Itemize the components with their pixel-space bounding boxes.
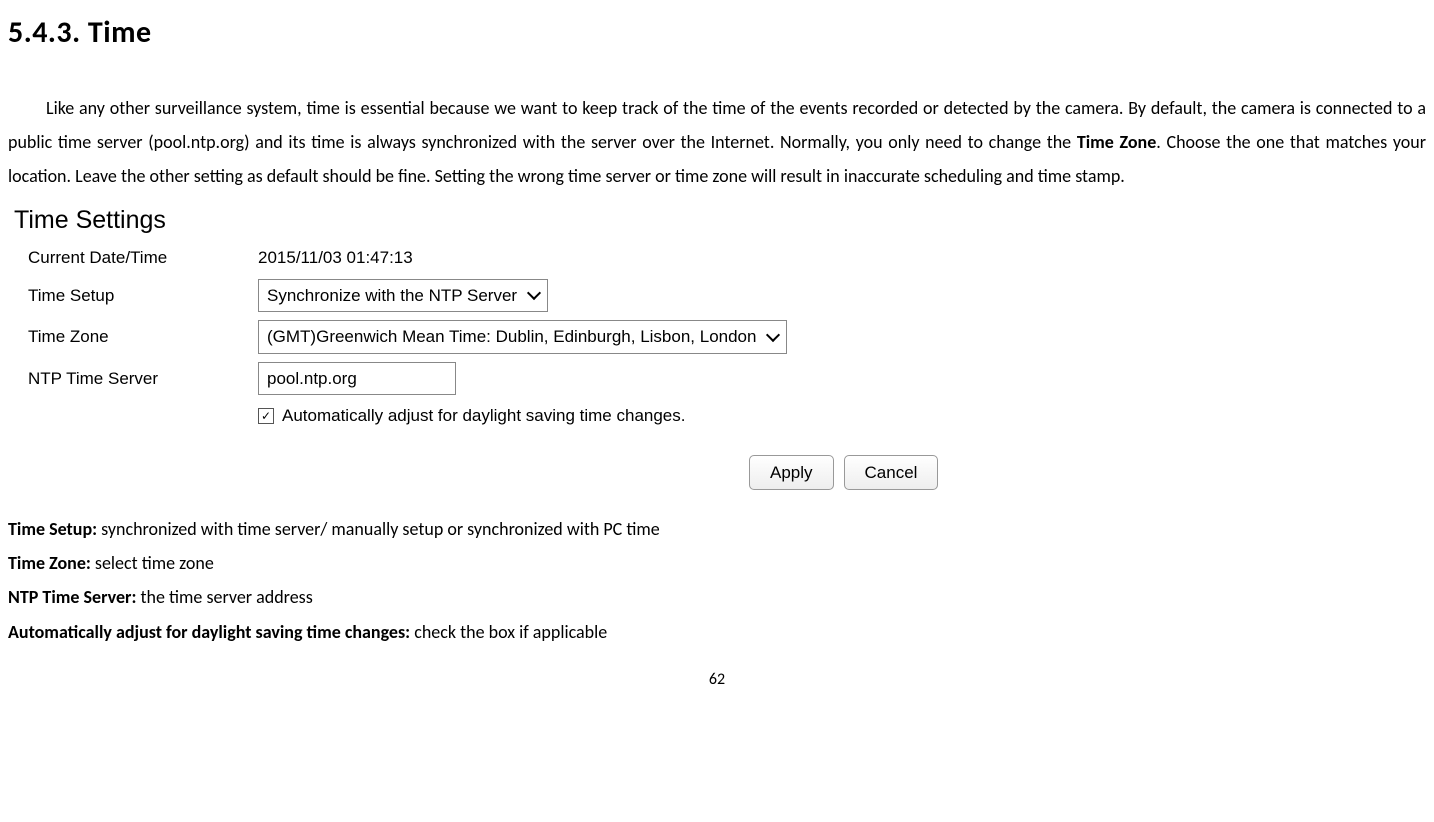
time-setup-select[interactable]: Synchronize with the NTP Server — [258, 279, 548, 313]
def-ntp-server-label: NTP Time Server: — [8, 586, 136, 608]
time-setup-row: Time Setup Synchronize with the NTP Serv… — [14, 279, 1426, 313]
def-time-zone-text: select time zone — [91, 552, 214, 574]
def-dst-text: check the box if applicable — [410, 621, 607, 643]
dst-checkbox[interactable]: ✓ — [258, 408, 274, 424]
page-number: 62 — [8, 665, 1426, 695]
cancel-button[interactable]: Cancel — [844, 455, 939, 491]
ntp-server-row: NTP Time Server pool.ntp.org — [14, 362, 1426, 396]
def-time-setup-label: Time Setup: — [8, 518, 97, 540]
dst-label: Automatically adjust for daylight saving… — [282, 403, 685, 429]
def-time-zone: Time Zone: select time zone — [8, 546, 1426, 580]
current-time-label: Current Date/Time — [14, 245, 258, 271]
section-heading: 5.4.3. Time — [8, 4, 1426, 61]
def-time-setup: Time Setup: synchronized with time serve… — [8, 512, 1426, 546]
figure-title: Time Settings — [14, 202, 1426, 240]
time-setup-label: Time Setup — [14, 283, 258, 309]
current-time-row: Current Date/Time 2015/11/03 01:47:13 — [14, 245, 1426, 271]
apply-button[interactable]: Apply — [749, 455, 834, 491]
def-dst: Automatically adjust for daylight saving… — [8, 615, 1426, 649]
definitions: Time Setup: synchronized with time serve… — [8, 512, 1426, 649]
time-settings-figure: Time Settings Current Date/Time 2015/11/… — [14, 202, 1426, 491]
time-zone-row: Time Zone (GMT)Greenwich Mean Time: Dubl… — [14, 320, 1426, 354]
time-zone-label: Time Zone — [14, 324, 258, 350]
def-ntp-server: NTP Time Server: the time server address — [8, 580, 1426, 614]
def-time-zone-label: Time Zone: — [8, 552, 91, 574]
def-dst-label: Automatically adjust for daylight saving… — [8, 621, 410, 643]
ntp-server-input[interactable]: pool.ntp.org — [258, 362, 456, 396]
para-text-bold: Time Zone — [1077, 131, 1156, 153]
def-ntp-server-text: the time server address — [136, 586, 312, 608]
button-row: Apply Cancel — [749, 455, 1426, 491]
def-time-setup-text: synchronized with time server/ manually … — [97, 518, 660, 540]
dst-row: ✓ Automatically adjust for daylight savi… — [258, 403, 1426, 429]
ntp-server-label: NTP Time Server — [14, 366, 258, 392]
current-time-value: 2015/11/03 01:47:13 — [258, 245, 413, 271]
intro-paragraph: Like any other surveillance system, time… — [8, 91, 1426, 194]
time-zone-select[interactable]: (GMT)Greenwich Mean Time: Dublin, Edinbu… — [258, 320, 787, 354]
